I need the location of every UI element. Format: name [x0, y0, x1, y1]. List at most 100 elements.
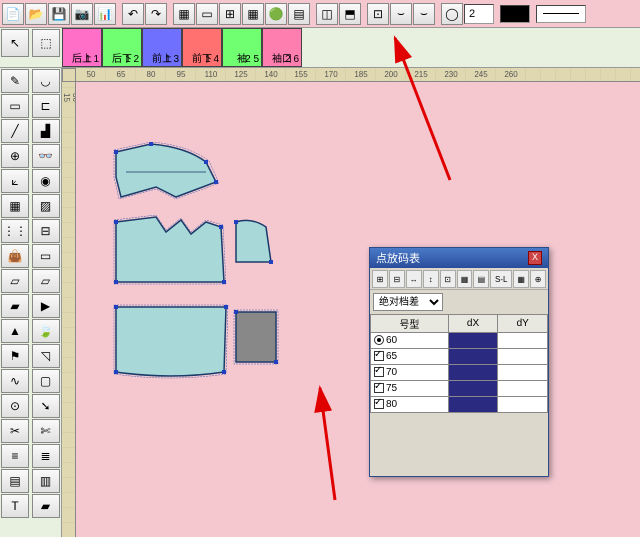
ruler-horizontal: 5065809511012514015517018520021523024526… [76, 68, 640, 82]
grade-icon[interactable]: ⊡ [367, 3, 389, 25]
tool-panel2-icon[interactable]: ▭ [32, 244, 60, 268]
tool-stripe-icon[interactable]: ▤ [1, 469, 29, 493]
piece-1[interactable]: 后上1 1 [62, 28, 102, 67]
dlg-btn-1[interactable]: ⊞ [372, 270, 388, 288]
piece-5[interactable]: 袖2 5 [222, 28, 262, 67]
grade-table: 号型dXdY 60 65 70 75 80 [370, 314, 548, 413]
left-tool-palette: ✎ ▭ ╱ ⊕ ⟀ ▦ ⋮⋮ 👜 ▱ ▰ ▲ ⚑ ∿ ⊙ ✂ ≡ ▤ T ◡ ⊏… [0, 68, 62, 537]
tool-bag-icon[interactable]: 👜 [1, 244, 29, 268]
color-swatch[interactable] [500, 5, 530, 23]
grid-icon[interactable]: ▦ [242, 3, 264, 25]
tool-edge-icon[interactable]: ▢ [32, 369, 60, 393]
tool-boot-icon[interactable]: ▟ [32, 119, 60, 143]
table-row: 80 [371, 397, 548, 413]
check-80[interactable] [374, 399, 384, 409]
dlg-btn-2[interactable]: ⊟ [389, 270, 405, 288]
tool-blue-icon[interactable]: ▰ [1, 294, 29, 318]
pointer-icon[interactable]: ↖ [1, 29, 29, 57]
eraser-icon[interactable]: ◫ [316, 3, 338, 25]
redo-icon[interactable]: ↷ [145, 3, 167, 25]
dlg-btn-6[interactable]: ▦ [457, 270, 473, 288]
select-rect-icon[interactable]: ⬚ [32, 29, 60, 57]
check-65[interactable] [374, 351, 384, 361]
tool-flag-icon[interactable]: ⚑ [1, 344, 29, 368]
tool-crop-icon[interactable]: ⊏ [32, 94, 60, 118]
radio-60[interactable] [374, 335, 384, 345]
tool-shape-icon[interactable]: ▲ [1, 319, 29, 343]
tool-scissor-icon[interactable]: ✂ [1, 419, 29, 443]
dlg-btn-7[interactable]: ▤ [473, 270, 489, 288]
layer-icon[interactable]: ⬒ [339, 3, 361, 25]
tool-machine-icon[interactable]: ⊟ [32, 219, 60, 243]
tool-curve-icon[interactable]: ∿ [1, 369, 29, 393]
window-icon[interactable]: ⊞ [219, 3, 241, 25]
dialog-title-bar[interactable]: 点放码表 X [370, 248, 548, 268]
dlg-btn-8[interactable]: ▦ [513, 270, 529, 288]
tool-pen-icon[interactable]: ✎ [1, 69, 29, 93]
tool-glasses-icon[interactable]: 👓 [32, 144, 60, 168]
tool-rect-icon[interactable]: ▭ [1, 94, 29, 118]
camera-icon[interactable]: 📷 [71, 3, 93, 25]
dlg-btn-4[interactable]: ↕ [423, 270, 439, 288]
new-icon[interactable]: 📄 [2, 3, 24, 25]
tool-pattern-icon[interactable]: ▨ [32, 194, 60, 218]
piece-2[interactable]: 后下1 2 [102, 28, 142, 67]
table-row: 60 [371, 333, 548, 349]
panel-icon[interactable]: ▭ [196, 3, 218, 25]
check-75[interactable] [374, 383, 384, 393]
tool-bars-icon[interactable]: ▥ [32, 469, 60, 493]
close-icon[interactable]: X [528, 251, 542, 265]
tool-line-icon[interactable]: ╱ [1, 119, 29, 143]
piece-3[interactable]: 前上1 3 [142, 28, 182, 67]
tool-grid-icon[interactable]: ▦ [1, 194, 29, 218]
canvas[interactable]: 点放码表 X ⊞ ⊟ ↔ ↕ ⊡ ▦ ▤ S-L ▦ ⊕ 绝对档差 号型dXdY… [76, 82, 640, 537]
tool-send-icon[interactable]: ▶ [32, 294, 60, 318]
ruler-vertical: 153045607590105120135150165180195 [62, 82, 76, 537]
tool-compass-icon[interactable]: ⊕ [1, 144, 29, 168]
line-style-dropdown[interactable] [536, 5, 586, 23]
number-input[interactable] [464, 4, 494, 24]
dlg-btn-sl[interactable]: S-L [490, 270, 512, 288]
check-70[interactable] [374, 367, 384, 377]
tool-point-icon[interactable]: ⊙ [1, 394, 29, 418]
dlg-btn-9[interactable]: ⊕ [530, 270, 546, 288]
dlg-btn-3[interactable]: ↔ [406, 270, 422, 288]
table-icon[interactable]: ▦ [173, 3, 195, 25]
dlg-btn-5[interactable]: ⊡ [440, 270, 456, 288]
tool-corner-icon[interactable]: ◹ [32, 344, 60, 368]
table-row: 70 [371, 365, 548, 381]
tool-text-icon[interactable]: T [1, 494, 29, 518]
piece-6[interactable]: 袖口2 6 [262, 28, 302, 67]
color-icon[interactable]: ◯ [441, 3, 463, 25]
grade-table-dialog[interactable]: 点放码表 X ⊞ ⊟ ↔ ↕ ⊡ ▦ ▤ S-L ▦ ⊕ 绝对档差 号型dXdY… [369, 247, 549, 477]
tool-rows-icon[interactable]: ≣ [32, 444, 60, 468]
tool-button-icon[interactable]: ◉ [32, 169, 60, 193]
tool-dots-icon[interactable]: ⋮⋮ [1, 219, 29, 243]
tool-seam-icon[interactable]: ≡ [1, 444, 29, 468]
pattern-pieces[interactable] [106, 142, 326, 442]
tool-cut-icon[interactable]: ✄ [32, 419, 60, 443]
dialog-toolbar: ⊞ ⊟ ↔ ↕ ⊡ ▦ ▤ S-L ▦ ⊕ [370, 268, 548, 290]
tool-note-icon[interactable]: ▱ [32, 269, 60, 293]
tool-layer-icon[interactable]: ▱ [1, 269, 29, 293]
list-icon[interactable]: ▤ [288, 3, 310, 25]
ruler-corner [62, 68, 76, 82]
chart-icon[interactable]: 📊 [94, 3, 116, 25]
piece-bar: ↖ ⬚ 后上1 1 后下1 2 前上1 3 前下1 4 袖2 5 袖口2 6 [0, 28, 640, 68]
curve2-icon[interactable]: ⌣ [413, 3, 435, 25]
tool-pocket-icon[interactable]: ◡ [32, 69, 60, 93]
col-dx: dX [448, 315, 498, 333]
open-icon[interactable]: 📂 [25, 3, 47, 25]
tool-angle-icon[interactable]: ⟀ [1, 169, 29, 193]
col-size: 号型 [371, 315, 449, 333]
mode-select[interactable]: 绝对档差 [373, 293, 443, 311]
tool-leaf-icon[interactable]: 🍃 [32, 319, 60, 343]
tool-blue2-icon[interactable]: ▰ [32, 494, 60, 518]
mark-icon[interactable]: 🟢 [265, 3, 287, 25]
piece-4[interactable]: 前下1 4 [182, 28, 222, 67]
save-icon[interactable]: 💾 [48, 3, 70, 25]
curve1-icon[interactable]: ⌣ [390, 3, 412, 25]
top-toolbar: 📄 📂 💾 📷 📊 ↶ ↷ ▦ ▭ ⊞ ▦ 🟢 ▤ ◫ ⬒ ⊡ ⌣ ⌣ ◯ [0, 0, 640, 28]
tool-arrow-icon[interactable]: ➘ [32, 394, 60, 418]
undo-icon[interactable]: ↶ [122, 3, 144, 25]
